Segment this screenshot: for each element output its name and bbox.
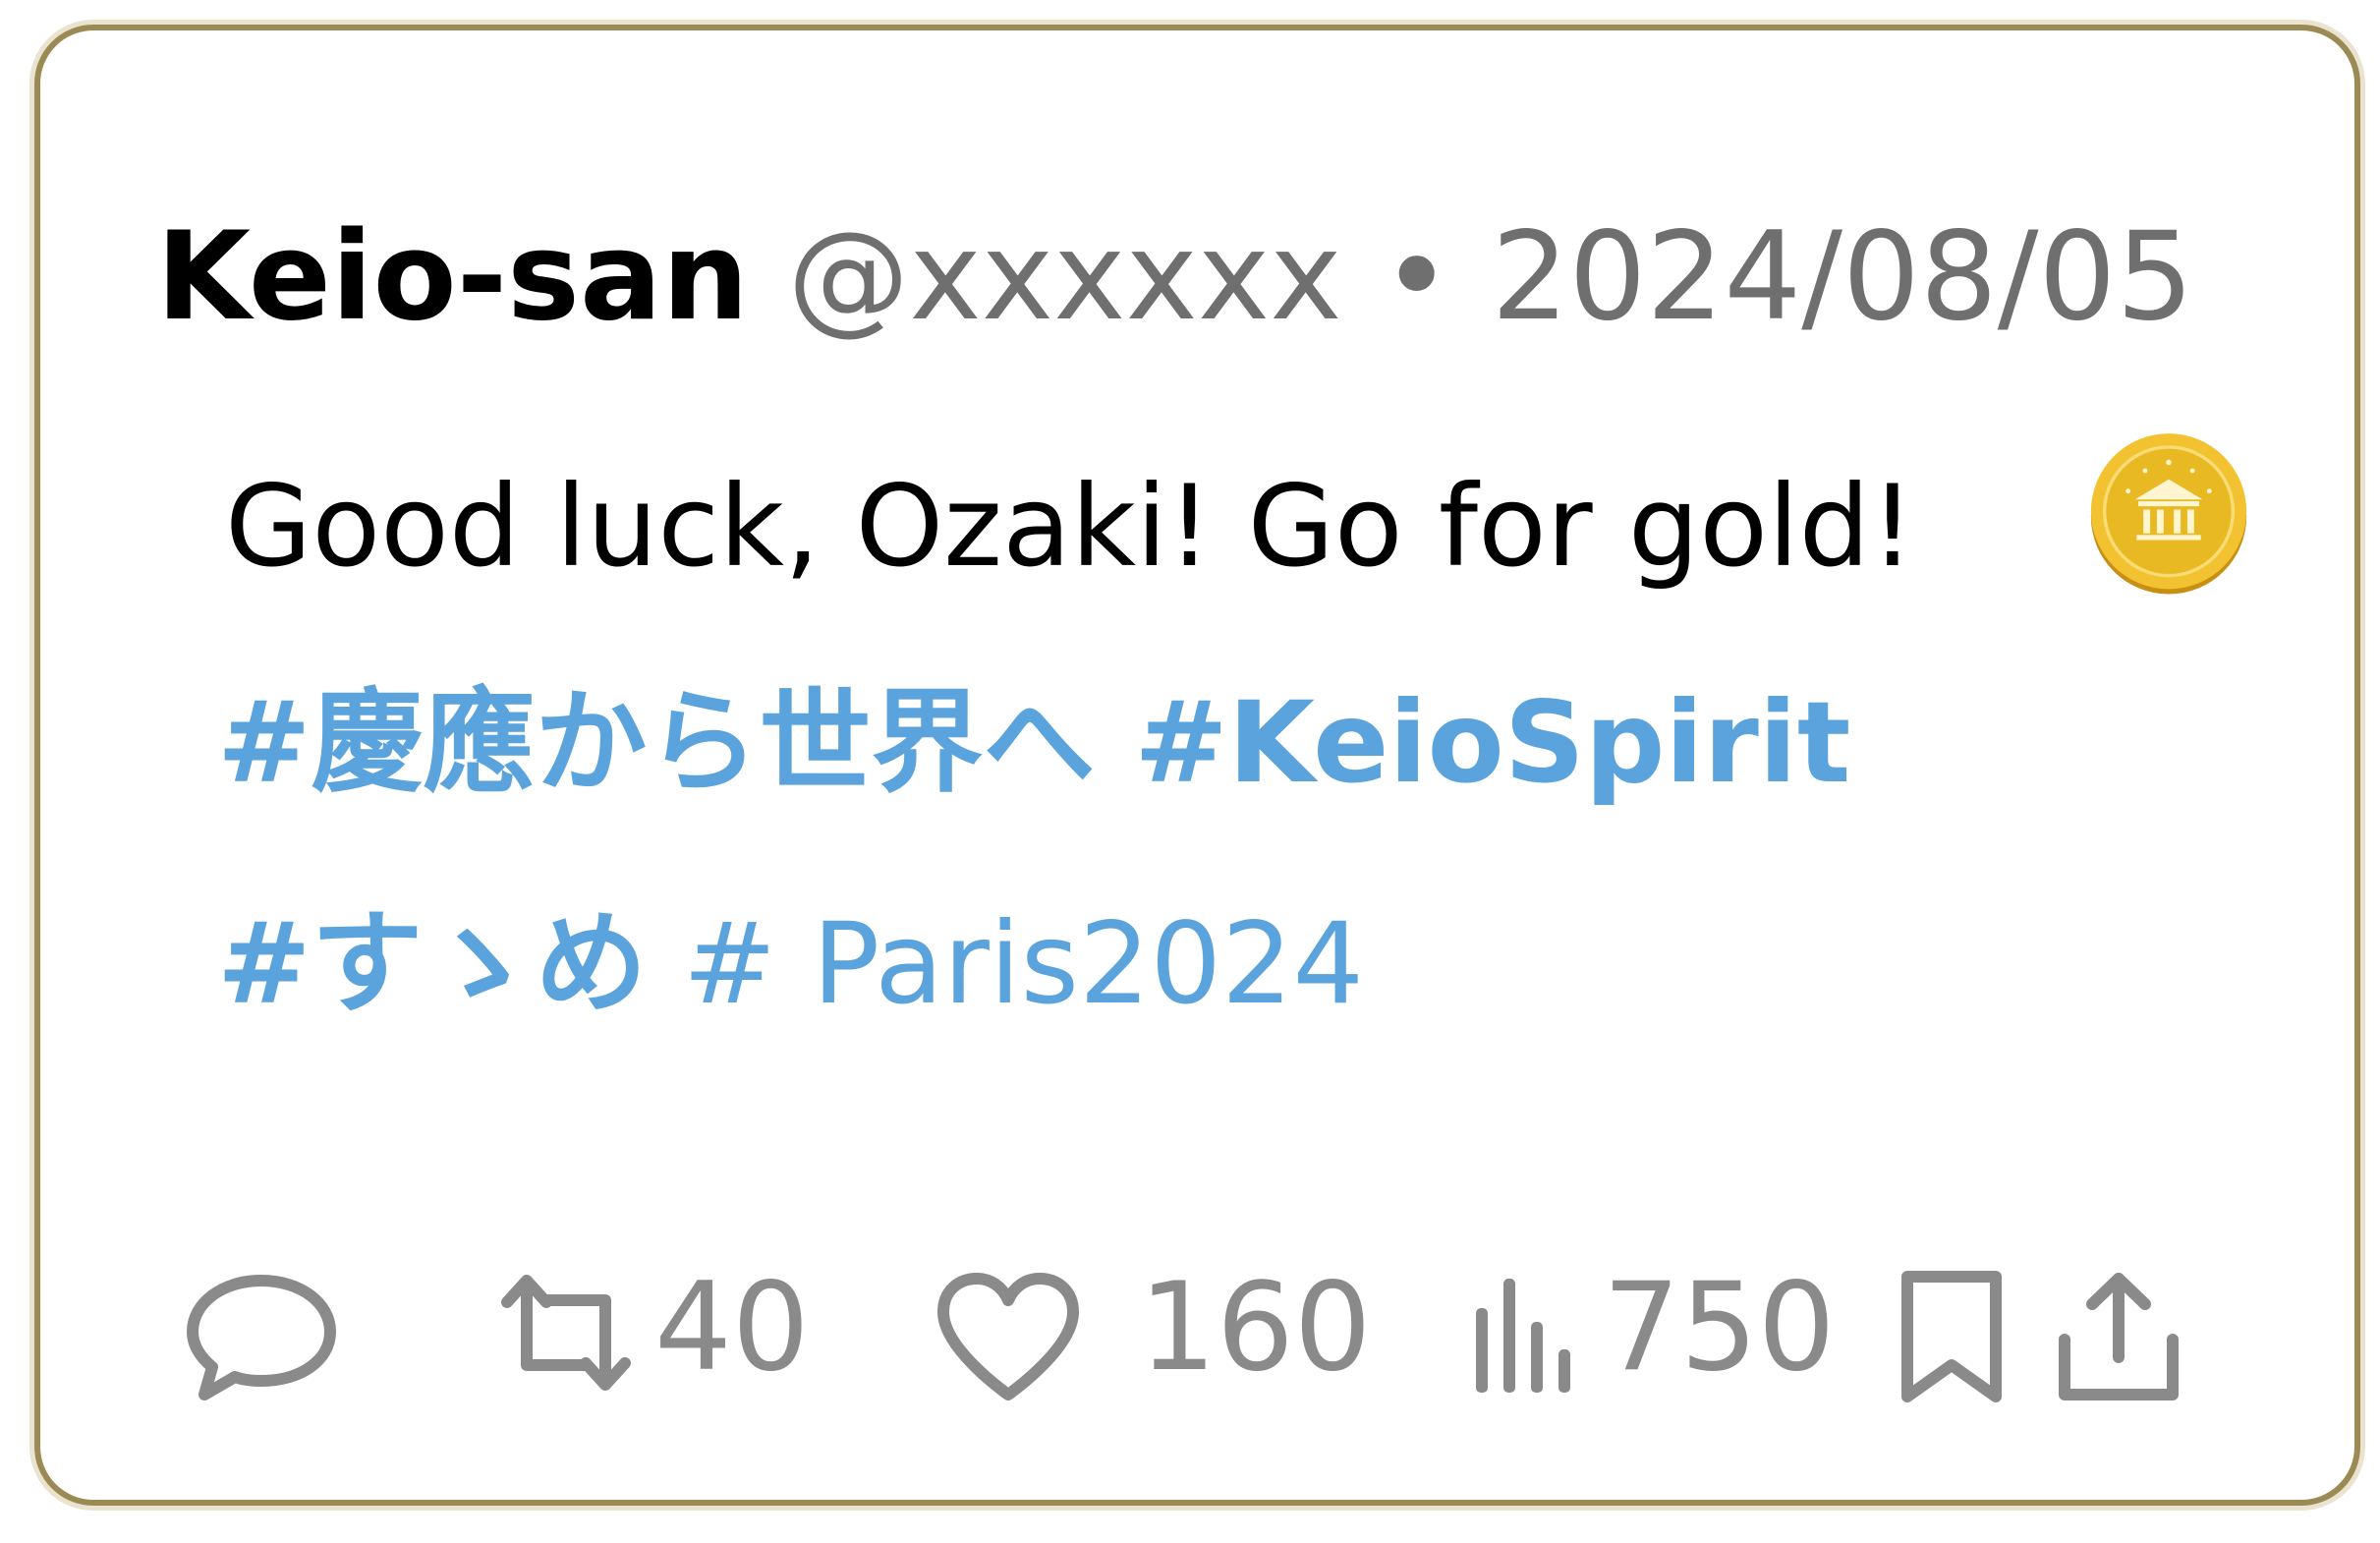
reply-icon[interactable]: [183, 1269, 340, 1406]
hashtag-link[interactable]: #慶應から世界へ: [217, 677, 1096, 808]
tweet-date[interactable]: 2024/08/05: [1492, 206, 2194, 348]
hashtag-link[interactable]: #すゝめ: [217, 898, 648, 1029]
view-count: 750: [1603, 1257, 1836, 1399]
action-bar: 40 160 750: [40, 1249, 2354, 1406]
hashtag-link[interactable]: # Paris2024: [683, 898, 1364, 1029]
like-count: 160: [1139, 1257, 1372, 1399]
hashtags-line-1: #慶應から世界へ #KeioSpirit: [217, 669, 1850, 817]
display-name[interactable]: Keio-san: [156, 206, 749, 348]
bookmark-icon[interactable]: [1898, 1269, 2006, 1406]
share-icon[interactable]: [2055, 1269, 2182, 1406]
retweet-icon[interactable]: [487, 1269, 645, 1397]
separator-dot: •: [1381, 206, 1453, 348]
tweet-text: Good luck, Ozaki! Go for gold!: [225, 461, 1915, 592]
views-icon[interactable]: [1470, 1269, 1578, 1397]
tweet-card: Keio-san @xxxxxx • 2024/08/05 Good luck,…: [34, 25, 2360, 1506]
retweet-count: 40: [654, 1257, 810, 1399]
hashtags-line-2: #すゝめ # Paris2024: [217, 890, 1364, 1038]
heart-icon[interactable]: [930, 1269, 1087, 1406]
tweet-header: Keio-san @xxxxxx • 2024/08/05: [156, 203, 2193, 351]
hashtag-link[interactable]: #KeioSpirit: [1134, 677, 1850, 808]
user-handle[interactable]: @xxxxxx: [787, 206, 1341, 348]
gold-coin-icon: [2090, 433, 2247, 595]
